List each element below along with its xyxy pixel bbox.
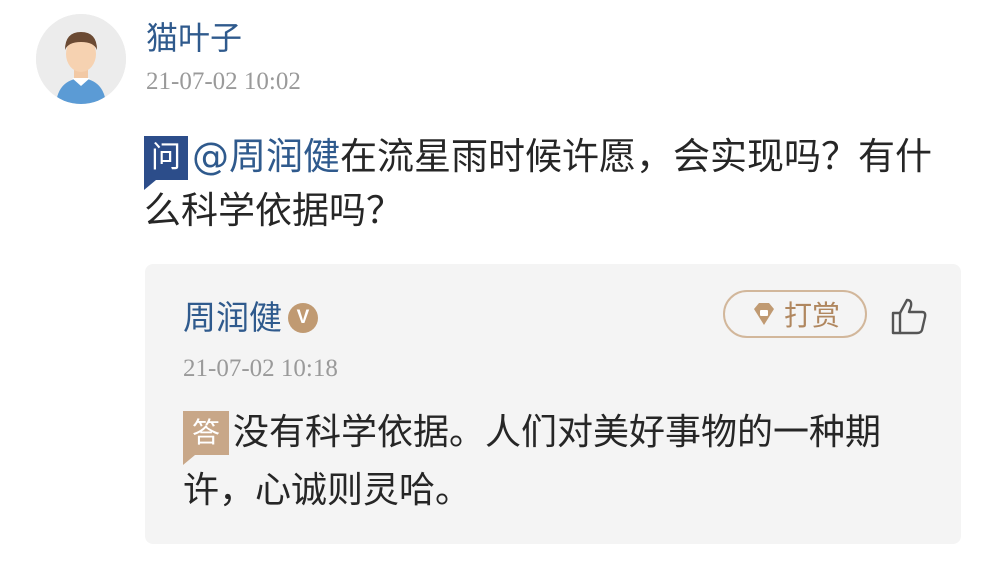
- answerer-header: 周润健 V: [183, 296, 318, 340]
- mention-link[interactable]: @周润健: [192, 135, 340, 178]
- tip-button[interactable]: 打赏: [723, 290, 867, 338]
- tip-label: 打赏: [783, 299, 840, 332]
- question-body: 问 @周润健在流星雨时候许愿，会实现吗？有什么科学依据吗？: [144, 130, 944, 238]
- question-timestamp: 21-07-02 10:02: [146, 68, 301, 95]
- answer-card: 周润健 V 打赏 21-07-02 10:18 答没有科学依据。人们对美好事物的…: [145, 264, 961, 544]
- asker-avatar[interactable]: [36, 14, 126, 104]
- thumbs-up-icon[interactable]: [887, 294, 931, 338]
- user-avatar-icon: [36, 14, 126, 104]
- verified-v-icon: V: [288, 303, 318, 333]
- answerer-name[interactable]: 周润健: [183, 296, 282, 340]
- answer-body: 答没有科学依据。人们对美好事物的一种期许，心诚则灵哈。: [183, 404, 923, 520]
- answer-badge: 答: [183, 411, 229, 465]
- answer-text: 没有科学依据。人们对美好事物的一种期许，心诚则灵哈。: [183, 412, 882, 511]
- qa-page: 猫叶子 21-07-02 10:02 问 @周润健在流星雨时候许愿，会实现吗？有什…: [0, 0, 1000, 572]
- question-badge: 问: [144, 136, 188, 190]
- asker-name[interactable]: 猫叶子: [146, 18, 242, 58]
- answer-timestamp: 21-07-02 10:18: [183, 355, 338, 382]
- diamond-gift-icon: [753, 303, 774, 325]
